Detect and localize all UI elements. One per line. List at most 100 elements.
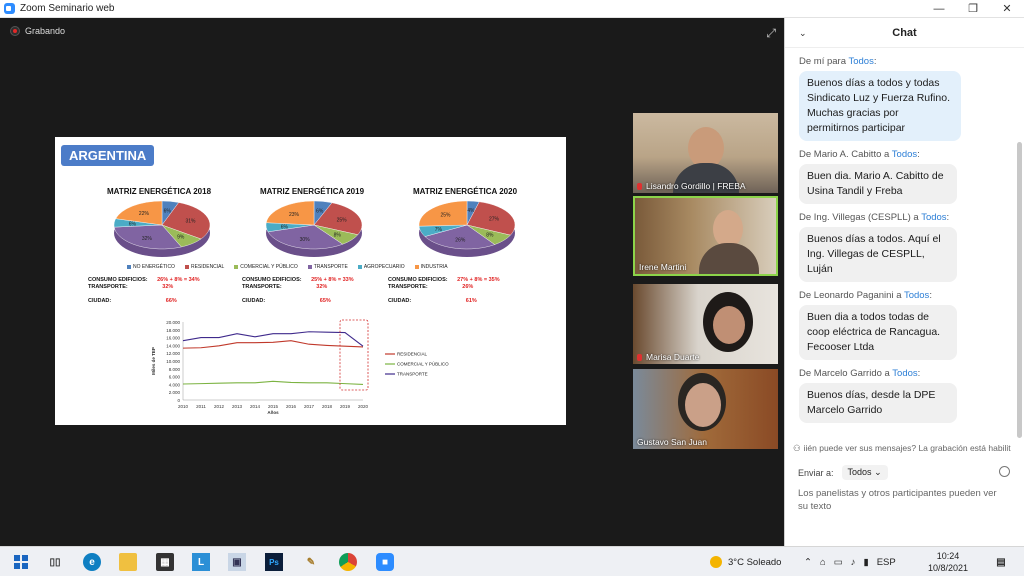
chat-message-bubble[interactable]: Buenos días, desde la DPE Marcelo Garrid… — [799, 383, 957, 423]
pie-slice-label: 6% — [129, 222, 137, 228]
y-tick-label: 8.000 — [169, 367, 181, 372]
legend-item: RESIDENCIAL — [184, 264, 224, 270]
photoshop-icon[interactable]: Ps — [265, 553, 283, 571]
participant-name: Gustavo San Juan — [637, 437, 707, 447]
pie-chart-2018: 6%31%9%32%6%22% — [113, 200, 211, 257]
x-axis-label: Años — [267, 410, 279, 415]
edge-browser-icon[interactable]: e — [83, 553, 101, 571]
send-to-dropdown[interactable]: Todos ⌄ — [841, 465, 888, 480]
network-icon[interactable]: ⌂ — [820, 557, 826, 568]
send-to-label: Enviar a: — [798, 467, 834, 478]
participant-name: Lisandro Gordillo | FREBA — [637, 181, 746, 191]
chat-message-bubble[interactable]: Buen dia. Mario A. Cabitto de Usina Tand… — [799, 164, 957, 204]
maximize-button[interactable]: ❐ — [956, 0, 990, 18]
legend-swatch — [414, 264, 419, 269]
fullscreen-icon[interactable]: ⤢ — [766, 26, 776, 41]
participant-body — [699, 243, 759, 274]
y-tick-label: 18.000 — [166, 328, 180, 333]
chrome-icon[interactable] — [339, 553, 357, 571]
store-icon[interactable]: ▦ — [156, 553, 174, 571]
app-l-icon[interactable]: L — [192, 553, 210, 571]
minimize-button[interactable]: — — [922, 0, 956, 18]
chevron-down-icon[interactable]: ⌄ — [799, 28, 807, 39]
taskbar-clock[interactable]: 10:24 10/8/2021 — [928, 550, 968, 574]
series-line — [182, 380, 364, 385]
pie-slice-label: 6% — [164, 208, 172, 214]
zoom-taskbar-icon[interactable]: ■ — [376, 553, 394, 571]
chevron-up-icon[interactable]: ⌃ — [804, 557, 812, 568]
legend-swatch — [234, 264, 239, 269]
y-tick-label: 2.000 — [169, 390, 181, 395]
series-line — [182, 340, 364, 349]
volume-icon[interactable]: ♪ — [851, 557, 856, 568]
task-view-icon[interactable]: ▯▯ — [46, 553, 64, 571]
chat-title: Chat — [892, 26, 917, 39]
y-tick-label: 0 — [177, 398, 180, 403]
pie-slice-label: 25% — [440, 213, 451, 219]
window-title: Zoom Seminario web — [20, 3, 115, 14]
chart-title-2018: MATRIZ ENERGÉTICA 2018 — [107, 187, 212, 196]
legend-label: COMERCIAL Y PÚBLICO — [397, 361, 449, 367]
participant-name: Irene Martini — [639, 262, 687, 272]
close-button[interactable]: ✕ — [990, 0, 1024, 18]
consumption-line-chart: 20.000 18.000 16.000 14.000 12.000 10.000 8.00… — [151, 319, 449, 415]
windows-taskbar: ▯▯ e ▦ L ▣ Ps ✎ ■ 3°C Soleado ⌃ ⌂ ▭ ♪ ▮ … — [0, 546, 1024, 576]
zoom-app-icon — [4, 3, 15, 14]
notifications-icon[interactable]: ▤ — [992, 553, 1010, 571]
x-tick-label: 2012 — [214, 404, 225, 409]
mic-muted-icon — [637, 182, 642, 190]
send-to-row: Enviar a: Todos ⌄ — [798, 465, 888, 480]
chat-message-sender: De Leonardo Paganini a Todos: — [799, 290, 932, 301]
video-tile[interactable]: Lisandro Gordillo | FREBA — [633, 113, 778, 193]
chat-message-list[interactable]: De mí para Todos: Buenos días a todos y t… — [785, 48, 1017, 440]
chat-visibility-notice[interactable]: ⚇ iién puede ver sus mensajes? La grabac… — [785, 440, 1024, 456]
sun-icon — [710, 556, 722, 568]
legend-swatch — [127, 264, 131, 269]
pie-slice-label: 23% — [289, 212, 300, 218]
chat-message-bubble[interactable]: Buen dia a todos todas de coop eléctrica… — [799, 305, 957, 360]
chat-scrollbar[interactable] — [1017, 142, 1022, 438]
chat-message-sender: De mí para Todos: — [799, 56, 877, 67]
x-tick-label: 2015 — [268, 404, 279, 409]
chat-message-sender: De Ing. Villegas (CESPLL) a Todos: — [799, 212, 950, 223]
pie-slice-label: 8% — [486, 233, 494, 239]
x-tick-label: 2018 — [322, 404, 333, 409]
language-indicator[interactable]: ESP — [877, 557, 896, 568]
weather-widget[interactable]: 3°C Soleado — [710, 547, 781, 576]
paint-icon[interactable]: ✎ — [302, 553, 320, 571]
video-tile[interactable]: Marisa Duarte — [633, 284, 778, 364]
emoji-icon[interactable] — [999, 466, 1010, 477]
video-tile-active-speaker[interactable]: Irene Martini — [633, 196, 778, 276]
legend-item: INDUSTRIA — [414, 264, 448, 270]
x-tick-label: 2016 — [286, 404, 297, 409]
metrics-2019: CONSUMO EDIFICIOS: 25% + 8% = 33% TRANSP… — [242, 277, 354, 304]
y-tick-label: 4.000 — [169, 382, 181, 387]
pie-slice-label: 30% — [300, 237, 311, 243]
video-tile[interactable]: Gustavo San Juan — [633, 369, 778, 449]
pie-chart-2019: 6%25%8%30%6%23% — [265, 200, 363, 257]
battery-icon[interactable]: ▮ — [863, 557, 868, 568]
file-explorer-icon[interactable] — [119, 553, 137, 571]
participant-name: Marisa Duarte — [637, 352, 699, 362]
y-tick-label: 6.000 — [169, 375, 181, 380]
recording-label: Grabando — [25, 26, 66, 36]
legend-swatch — [307, 264, 312, 269]
photos-icon[interactable]: ▣ — [228, 553, 246, 571]
system-tray: ⌃ ⌂ ▭ ♪ ▮ ESP — [804, 547, 896, 576]
windows-start-icon[interactable] — [12, 553, 30, 571]
chat-message-bubble[interactable]: Buenos días a todos. Aquí el Ing. Villeg… — [799, 227, 957, 282]
x-tick-label: 2014 — [250, 404, 261, 409]
x-tick-label: 2020 — [358, 404, 369, 409]
legend-item: TRANSPORTE — [307, 264, 348, 270]
chat-message-bubble[interactable]: Buenos días a todos y todas Sindicato Lu… — [799, 71, 961, 141]
display-icon[interactable]: ▭ — [834, 557, 843, 568]
recording-indicator[interactable]: Grabando — [10, 26, 65, 36]
x-tick-label: 2017 — [304, 404, 315, 409]
pie-chart-2020: 4%27%8%26%7%25% — [418, 200, 516, 257]
chat-header: ⌄ Chat — [785, 18, 1024, 48]
window-titlebar: Zoom Seminario web — ❐ ✕ — [0, 0, 1024, 18]
series-line — [182, 331, 364, 347]
legend-item: COMERCIAL Y PÚBLICO — [234, 264, 298, 270]
x-tick-label: 2013 — [232, 404, 243, 409]
chat-input[interactable]: Los panelistas y otros participantes pue… — [798, 487, 1008, 513]
